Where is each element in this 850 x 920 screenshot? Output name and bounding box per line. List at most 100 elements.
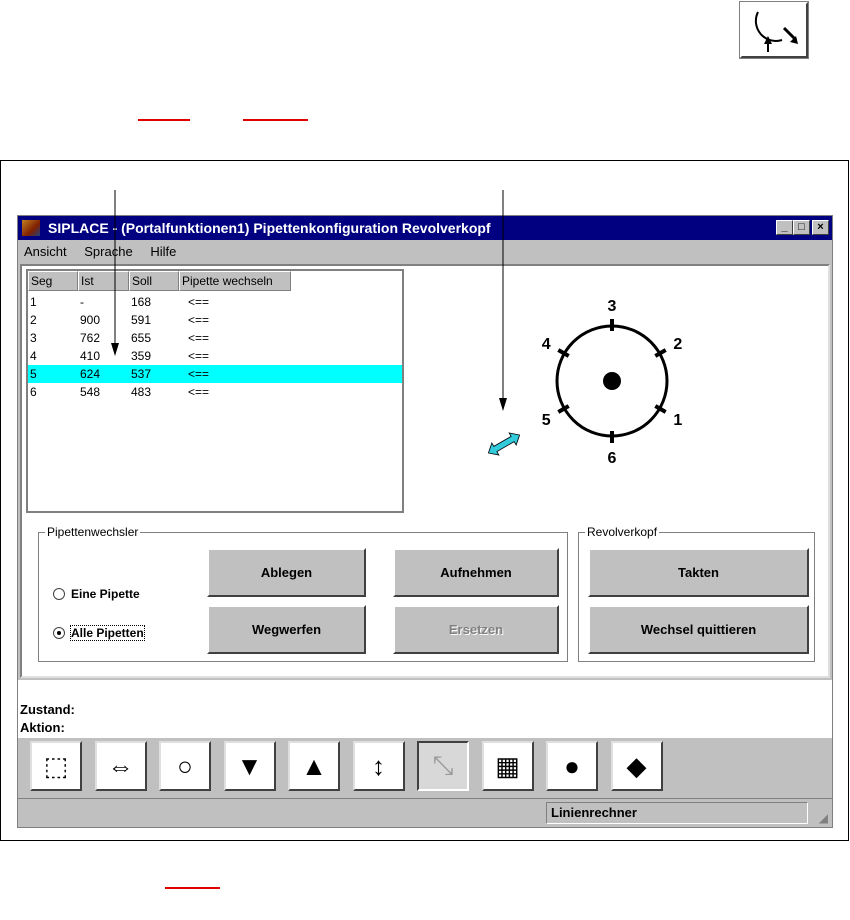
revolverkopf-label: Revolverkopf (585, 525, 660, 539)
table-cell: 410 (80, 349, 101, 363)
resize-grip-icon[interactable]: ◢ (819, 811, 828, 825)
linienrechner-panel: Linienrechner (546, 802, 808, 824)
revolver-icon: ○ (177, 750, 193, 781)
table-row[interactable]: 6 548 483 <== (28, 383, 402, 401)
underline-3 (165, 887, 220, 889)
rotate-arrow-icon (487, 432, 521, 456)
col-ist[interactable]: Ist (78, 271, 129, 291)
table-row[interactable]: 1 - 168 <== (28, 293, 402, 311)
ersetzen-button: Ersetzen (393, 605, 559, 654)
table-cell: <== (188, 367, 210, 381)
segment-label: 5 (542, 412, 551, 429)
status-bar: Linienrechner ◢ (18, 798, 832, 827)
title-bar: SIPLACE - (Portalfunktionen1) Pipettenko… (18, 216, 832, 240)
wegwerfen-button[interactable]: Wegwerfen (207, 605, 366, 654)
conveyor-icon: ● (564, 750, 580, 781)
takten-button[interactable]: Takten (588, 548, 809, 597)
table-cell: 3 (30, 331, 37, 345)
underline-1 (138, 119, 190, 121)
nozzle-height-button[interactable]: ↕ (352, 741, 405, 791)
aufnehmen-button[interactable]: Aufnehmen (393, 548, 559, 597)
table-cell: 2 (30, 313, 37, 327)
table-cell: 6 (30, 385, 37, 399)
table-cell: <== (188, 295, 210, 309)
client-area: Seg Ist Soll Pipette wechseln 1 - 168 <== 2 9… (20, 264, 830, 678)
table-cell: 548 (80, 385, 101, 399)
radio-label: Alle Pipetten (70, 625, 145, 641)
conveyor-button[interactable]: ● (546, 741, 598, 791)
select-button[interactable]: ⬚ (30, 741, 82, 791)
revolver-button[interactable]: ○ (159, 741, 211, 791)
table-cell: <== (188, 349, 210, 363)
menu-ansicht[interactable]: Ansicht (24, 244, 67, 259)
feeder-button[interactable]: ▦ (481, 741, 534, 791)
table-cell: 483 (131, 385, 152, 399)
wechsel-quittieren-button[interactable]: Wechsel quittieren (588, 605, 809, 654)
aktion-label: Aktion: (20, 720, 65, 735)
portal-move-icon: ⇔ (107, 750, 134, 781)
table-cell: 359 (131, 349, 152, 363)
segment-label: 4 (542, 336, 551, 353)
table-cell: 4 (30, 349, 37, 363)
select-icon: ⬚ (43, 750, 69, 781)
ablegen-button[interactable]: Ablegen (207, 548, 366, 597)
nozzle-down-icon: ▼ (236, 750, 263, 781)
table-cell: <== (188, 385, 210, 399)
nozzle-down-button[interactable]: ▼ (223, 741, 276, 791)
revolver-change-icon: ⤡ (432, 750, 454, 780)
col-pipette-wechseln[interactable]: Pipette wechseln (179, 271, 291, 291)
radio-circle[interactable] (53, 588, 65, 600)
segment-label: 6 (608, 450, 617, 467)
pipettenwechsler-group: Pipettenwechsler Eine Pipette Alle Pipet… (38, 525, 568, 662)
revolver-diagram: 1 2 3 4 5 6 (487, 298, 682, 467)
feeder-icon: ▦ (495, 750, 520, 781)
zustand-label: Zustand: (20, 702, 75, 717)
close-button[interactable]: × (812, 220, 829, 235)
menu-hilfe[interactable]: Hilfe (150, 244, 176, 259)
table-row[interactable]: 4 410 359 <== (28, 347, 402, 365)
nozzle-up-icon: ▲ (301, 750, 327, 781)
col-soll[interactable]: Soll (129, 271, 179, 291)
pipettenwechsler-label: Pipettenwechsler (45, 525, 141, 539)
segment-table: Seg Ist Soll Pipette wechseln 1 - 168 <== 2 9… (26, 269, 404, 513)
segment-label: 2 (673, 336, 682, 353)
app-window: SIPLACE - (Portalfunktionen1) Pipettenko… (17, 215, 833, 828)
table-cell: <== (188, 331, 210, 345)
table-cell: 762 (80, 331, 101, 345)
table-row[interactable]: 2 900 591 <== (28, 311, 402, 329)
minimize-button[interactable]: _ (776, 220, 793, 235)
col-seg[interactable]: Seg (28, 271, 78, 291)
table-cell: 900 (80, 313, 101, 327)
dispense-button[interactable]: ◆ (610, 741, 663, 791)
menu-sprache[interactable]: Sprache (84, 244, 132, 259)
radio-label: Eine Pipette (71, 587, 140, 601)
segment-label: 1 (673, 412, 682, 429)
table-cell: 655 (131, 331, 152, 345)
revolver-change-button[interactable]: ⤡ (417, 741, 469, 791)
maximize-button[interactable]: □ (793, 220, 810, 235)
table-row[interactable]: 3 762 655 <== (28, 329, 402, 347)
revolverkopf-group: Revolverkopf Takten Wechsel quittieren (578, 525, 815, 662)
segment-label: 3 (608, 298, 617, 315)
table-cell: 624 (80, 367, 101, 381)
radio-circle-selected[interactable] (53, 627, 65, 639)
table-cell: 537 (131, 367, 152, 381)
radio-alle-pipetten[interactable]: Alle Pipetten (53, 625, 145, 641)
nozzle-height-icon: ↕ (372, 750, 385, 781)
table-cell: 5 (30, 367, 37, 381)
portal-move-button[interactable]: ⇔ (94, 741, 147, 791)
nozzle-up-button[interactable]: ▲ (288, 741, 340, 791)
app-logo-icon (22, 220, 40, 236)
menu-bar: Ansicht Sprache Hilfe (24, 241, 190, 263)
window-title: SIPLACE - (Portalfunktionen1) Pipettenko… (48, 220, 491, 236)
table-cell: 591 (131, 313, 152, 327)
dispense-icon: ◆ (626, 750, 647, 781)
radio-eine-pipette[interactable]: Eine Pipette (53, 587, 140, 601)
status-area: Zustand: Aktion: (18, 680, 832, 738)
corner-revolver-change-icon (740, 2, 808, 58)
table-row[interactable]: 5 624 537 <== (28, 365, 402, 383)
table-cell: 1 (30, 295, 37, 309)
revolver-center (603, 372, 621, 390)
table-cell: <== (188, 313, 210, 327)
table-cell: 168 (131, 295, 152, 309)
